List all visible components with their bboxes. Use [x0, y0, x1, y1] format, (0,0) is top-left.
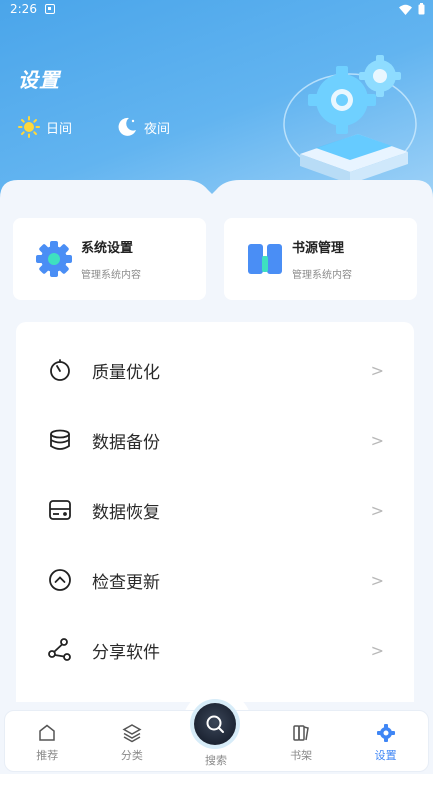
menu-label: 数据备份 — [92, 432, 160, 453]
day-mode-label: 日间 — [46, 121, 73, 137]
system-settings-card[interactable]: 系统设置 管理系统内容 — [13, 218, 206, 300]
status-time: 2:26 — [10, 2, 37, 16]
home-icon — [39, 724, 56, 741]
battery-icon — [418, 3, 425, 15]
menu-item-backup[interactable]: 数据备份 > — [16, 405, 414, 475]
menu-item-restore[interactable]: 数据恢复 > — [16, 475, 414, 545]
settings-menu: 质量优化 > 数据备份 > 数据恢复 > 检查更新 > 分享软件 > — [16, 322, 414, 702]
drive-icon — [49, 500, 71, 520]
menu-item-quality[interactable]: 质量优化 > — [16, 335, 414, 405]
gear-icon — [36, 241, 72, 277]
tab-settings[interactable]: 设置 — [356, 723, 416, 763]
notification-icon — [44, 4, 55, 14]
tab-label: 推荐 — [36, 749, 59, 762]
chevron-right-icon: > — [370, 570, 384, 590]
menu-item-update[interactable]: 检查更新 > — [16, 545, 414, 615]
tab-bookshelf[interactable]: 书架 — [271, 723, 331, 763]
chevron-right-icon: > — [370, 360, 384, 380]
chevron-right-icon: > — [370, 500, 384, 520]
menu-item-share[interactable]: 分享软件 > — [16, 615, 414, 685]
tab-recommend[interactable]: 推荐 — [17, 723, 77, 763]
chevron-right-icon: > — [370, 430, 384, 450]
book-icon — [248, 244, 282, 274]
card-subtitle: 管理系统内容 — [81, 270, 141, 281]
menu-label: 数据恢复 — [92, 502, 160, 523]
card-title: 系统设置 — [81, 241, 134, 256]
status-bar: 2:26 — [0, 0, 433, 18]
menu-label: 质量优化 — [92, 362, 160, 383]
book-source-card[interactable]: 书源管理 管理系统内容 — [224, 218, 417, 300]
search-button[interactable] — [194, 703, 236, 745]
layers-icon — [122, 724, 142, 743]
chevron-right-icon: > — [370, 640, 384, 660]
card-subtitle: 管理系统内容 — [292, 270, 352, 281]
sun-icon — [18, 116, 40, 138]
search-icon — [206, 715, 224, 733]
menu-label: 检查更新 — [92, 572, 160, 593]
bookshelf-icon — [293, 725, 309, 741]
card-title: 书源管理 — [292, 241, 345, 256]
tab-search-label: 搜索 — [205, 754, 227, 767]
page-title: 设置 — [18, 68, 60, 92]
update-icon — [49, 569, 71, 591]
feature-cards: 系统设置 管理系统内容 书源管理 管理系统内容 — [13, 218, 417, 300]
timer-icon — [50, 359, 70, 381]
gear-illustration — [283, 55, 417, 184]
night-mode-button[interactable]: 夜间 — [116, 116, 170, 138]
day-mode-button[interactable]: 日间 — [18, 116, 72, 138]
moon-icon — [118, 117, 137, 136]
menu-label: 分享软件 — [92, 642, 160, 663]
theme-mode-row: 日间 夜间 — [18, 116, 170, 138]
tab-label: 分类 — [120, 749, 143, 762]
header: 2:26 设置 日间 夜间 — [0, 0, 433, 200]
database-icon — [50, 429, 70, 450]
tab-category[interactable]: 分类 — [102, 723, 162, 763]
bottom-safe-area — [0, 774, 433, 796]
night-mode-label: 夜间 — [144, 121, 171, 137]
share-icon — [48, 638, 71, 661]
settings-icon — [376, 724, 395, 742]
wifi-icon — [399, 4, 412, 15]
tab-label: 设置 — [374, 749, 397, 762]
tab-label: 书架 — [290, 749, 313, 762]
